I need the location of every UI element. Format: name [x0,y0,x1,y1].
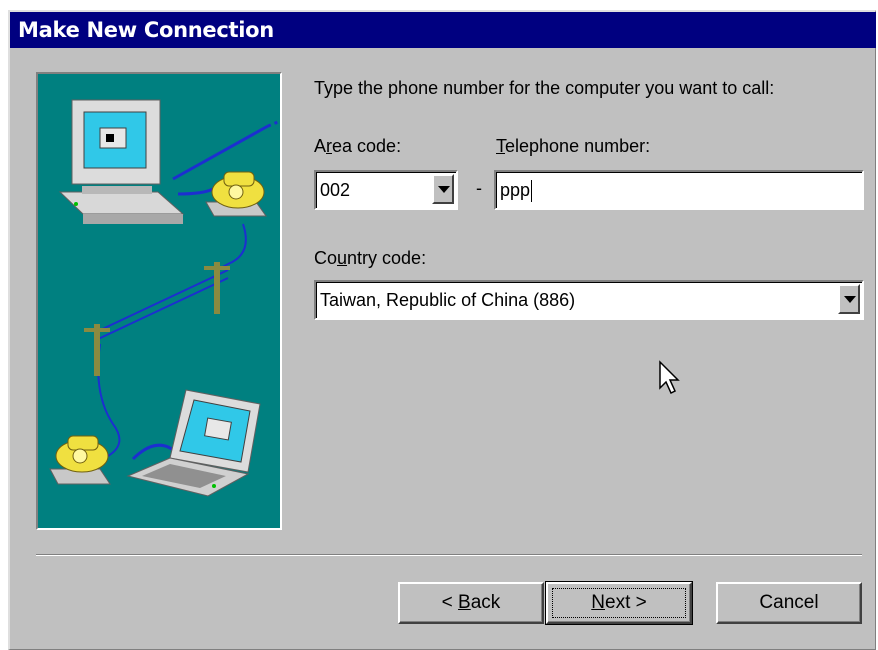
telephone-number-value: ppp [500,180,531,200]
text-caret [531,180,533,203]
area-code-label: Area code: [314,136,402,156]
telephone-number-input[interactable]: ppp [494,170,864,210]
area-code-dropdown-button[interactable] [432,174,454,204]
window-title: Make New Connection [10,12,876,48]
laptop-icon [126,389,261,497]
focus-rectangle [552,588,686,618]
mouse-pointer-icon [659,360,680,395]
back-button[interactable]: < Back [398,582,544,624]
country-code-label: Country code: [314,248,427,268]
desktop-computer-icon [58,99,185,224]
country-code-value: Taiwan, Republic of China (886) [320,290,576,310]
country-code-combobox[interactable]: Taiwan, Republic of China (886) [314,280,864,320]
dash-separator: - [476,178,482,198]
area-code-combobox[interactable]: 002 [314,170,458,210]
instructions-text: Type the phone number for the computer y… [314,78,775,98]
button-separator [36,554,862,556]
telephone-icon [205,171,267,217]
telephone-number-label: Telephone number: [496,136,651,156]
area-code-value: 002 [320,180,351,200]
chevron-down-icon [438,186,450,193]
make-new-connection-dialog: Make New Connection Type the phone numbe… [8,10,876,650]
connection-illustration [36,72,282,530]
next-button[interactable]: Next > [545,581,693,625]
cancel-button[interactable]: Cancel [716,582,862,624]
country-code-dropdown-button[interactable] [838,284,860,314]
chevron-down-icon [844,296,856,303]
telephone-icon [49,435,111,485]
